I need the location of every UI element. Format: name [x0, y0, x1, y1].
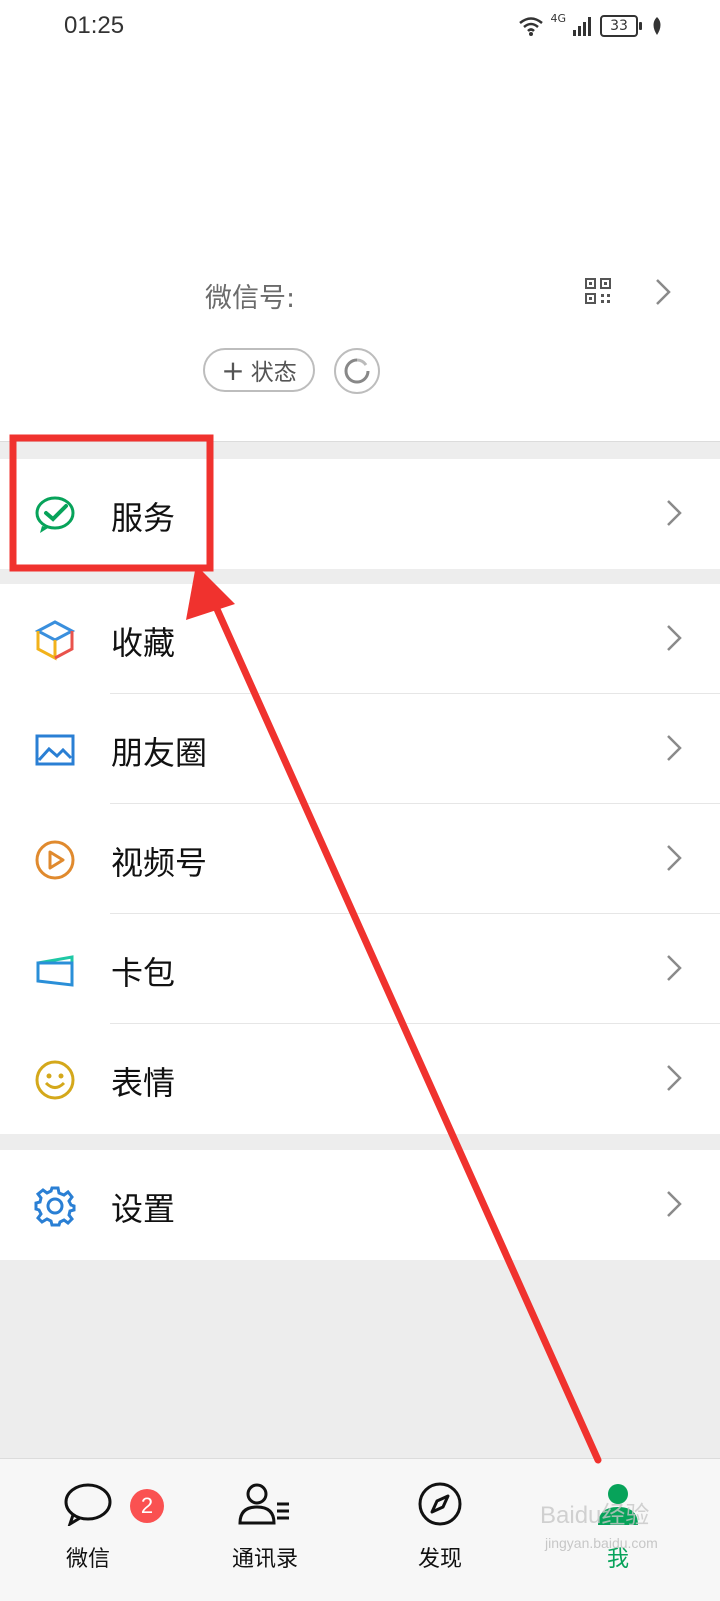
menu-item-favorites[interactable]: 收藏 [0, 584, 720, 694]
plus-icon: + [221, 353, 245, 387]
gear-icon [34, 1186, 76, 1227]
wechat-pay-check-icon [35, 496, 75, 533]
qr-code-icon[interactable] [585, 278, 611, 304]
status-bar: 01:25 4G 33 [0, 0, 720, 56]
menu-item-label: 服务 [111, 499, 176, 537]
tab-label: 通讯录 [231, 1547, 298, 1572]
menu-item-card-wallet[interactable]: 卡包 [0, 914, 720, 1024]
menu-item-settings[interactable]: 设置 [0, 1150, 720, 1260]
baidu-watermark-url: jingyan.baidu.com [545, 1535, 658, 1551]
status-button-label: 状态 [250, 360, 297, 386]
status-icons: 4G 33 [518, 12, 664, 40]
tab-label: 微信 [65, 1547, 110, 1572]
baidu-watermark: Baidu经验 [540, 1502, 650, 1529]
card-wallet-icon [36, 955, 74, 987]
menu-item-moments[interactable]: 朋友圈 [0, 694, 720, 804]
profile-chevron-right-icon [656, 279, 671, 305]
chevron-right-icon [667, 845, 682, 871]
menu-item-label: 朋友圈 [111, 734, 208, 772]
favorites-cube-icon [34, 620, 76, 661]
menu-item-service[interactable]: 服务 [0, 459, 720, 569]
profile-header[interactable]: 微信号: + 状态 [0, 56, 720, 442]
chevron-right-icon [667, 1065, 682, 1091]
status-time: 01:25 [64, 12, 125, 39]
sticker-smile-icon [35, 1060, 75, 1100]
tab-label: 发现 [417, 1547, 462, 1572]
menu-item-label: 视频号 [111, 844, 208, 882]
contacts-icon [238, 1483, 289, 1525]
refresh-icon [344, 358, 370, 384]
signal-icon [573, 17, 591, 36]
wifi-icon [519, 17, 544, 36]
network-type: 4G [550, 12, 566, 25]
menu-item-label: 设置 [111, 1190, 176, 1228]
channels-play-icon [35, 840, 75, 880]
chevron-right-icon [667, 735, 682, 761]
menu-item-label: 卡包 [111, 954, 176, 992]
menu-item-channels[interactable]: 视频号 [0, 804, 720, 914]
compass-icon [418, 1482, 462, 1526]
tab-discover[interactable]: 发现 [380, 1477, 500, 1573]
refresh-status-button[interactable] [334, 348, 380, 394]
moments-image-icon [35, 734, 75, 766]
menu-item-label: 收藏 [111, 624, 176, 662]
menu-item-label: 表情 [111, 1064, 176, 1102]
wechat-id-label: 微信号: [205, 283, 296, 314]
chat-bubble-icon [64, 1483, 112, 1526]
tab-chats[interactable]: 微信 2 [28, 1477, 164, 1573]
chevron-right-icon [667, 500, 682, 526]
battery-icon: 33 [600, 15, 642, 37]
leaf-icon [653, 17, 661, 35]
add-status-button[interactable]: + 状态 [203, 348, 315, 392]
menu-item-stickers[interactable]: 表情 [0, 1024, 720, 1134]
chevron-right-icon [667, 1191, 682, 1217]
unread-badge: 2 [130, 1489, 164, 1523]
tab-contacts[interactable]: 通讯录 [205, 1477, 325, 1573]
chevron-right-icon [667, 625, 682, 651]
chevron-right-icon [667, 955, 682, 981]
